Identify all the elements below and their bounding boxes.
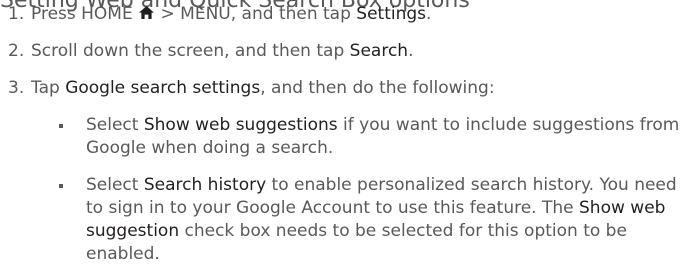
bullet-marker [59,124,63,128]
show-web-suggestions-term: Show web suggestions [143,115,338,135]
search-history-term: Search history [143,175,267,195]
step-text: Tap Google search settings, and then do … [31,78,495,98]
bullet-text: Select Show web suggestions if you want … [86,115,680,158]
bullet-marker [59,184,63,188]
home-icon [138,5,155,20]
step-text: Press HOME > MENU, and then tap Settings… [31,4,432,24]
step-number: 3. [8,78,25,98]
step-number: 1. [8,4,25,24]
google-search-settings-term: Google search settings [65,78,261,98]
settings-term: Settings [356,4,427,24]
step-number: 2. [8,41,25,61]
search-term: Search [349,41,409,61]
bullet-text: Select Search history to enable personal… [86,175,677,264]
step-text: Scroll down the screen, and then tap Sea… [31,41,414,61]
